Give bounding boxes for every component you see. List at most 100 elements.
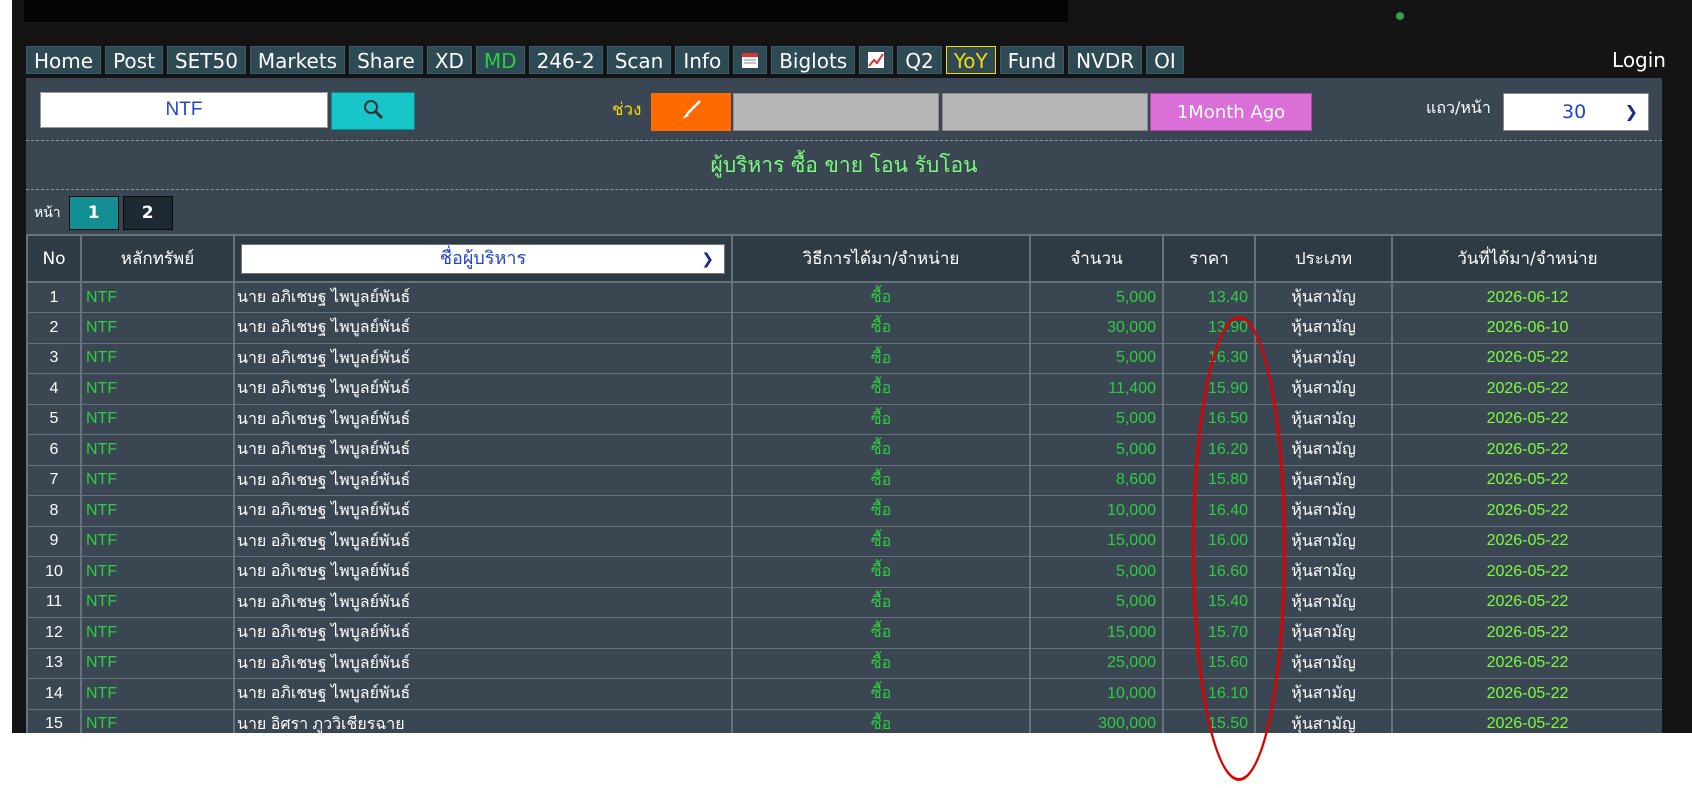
cell-name: นาย อภิเชษฐ ไพบูลย์พันธ์	[233, 678, 733, 710]
cell-qty: 300,000	[1029, 708, 1164, 733]
cell-symbol[interactable]: NTF	[80, 678, 235, 710]
cell-symbol[interactable]: NTF	[80, 312, 235, 344]
status-dot	[1396, 12, 1404, 20]
table-row: 5 NTF นาย อภิเชษฐ ไพบูลย์พันธ์ ซื้อ 5,000 16.…	[26, 403, 1662, 435]
symbol-input[interactable]: NTF	[40, 92, 328, 128]
cell-symbol[interactable]: NTF	[80, 281, 235, 313]
table-row: 10 NTF นาย อภิเชษฐ ไพบูลย์พันธ์ ซื้อ 5,000 16…	[26, 556, 1662, 588]
menu-biglots[interactable]: Biglots	[771, 46, 856, 74]
cell-symbol[interactable]: NTF	[80, 464, 235, 496]
menu-nvdr[interactable]: NVDR	[1068, 46, 1143, 74]
table-row: 6 NTF นาย อภิเชษฐ ไพบูลย์พันธ์ ซื้อ 5,000 16.…	[26, 434, 1662, 466]
header-method: วิธีการได้มา/จำหน่าย	[731, 234, 1031, 283]
insider-panel: NTF ช่วง 1Month Ago แถว/หน้า 30 ❯ ผู้บริ…	[26, 78, 1662, 733]
cell-date: 2026-05-22	[1391, 342, 1662, 374]
cell-name: นาย อภิเชษฐ ไพบูลย์พันธ์	[233, 403, 733, 435]
table-row: 8 NTF นาย อภิเชษฐ ไพบูลย์พันธ์ ซื้อ 10,000 16…	[26, 495, 1662, 527]
cell-symbol[interactable]: NTF	[80, 495, 235, 527]
range-label: ช่วง	[612, 100, 642, 120]
cell-date: 2026-05-22	[1391, 373, 1662, 405]
cell-qty: 10,000	[1029, 678, 1164, 710]
clear-range-button[interactable]	[651, 93, 731, 131]
menu-post[interactable]: Post	[105, 46, 163, 74]
insider-table: No หลักทรัพย์ ชื่อผู้บริหาร ❯ วิธีการได้…	[26, 234, 1662, 733]
header-date: วันที่ได้มา/จำหน่าย	[1391, 234, 1662, 283]
cell-name: นาย อภิเชษฐ ไพบูลย์พันธ์	[233, 434, 733, 466]
table-row: 2 NTF นาย อภิเชษฐ ไพบูลย์พันธ์ ซื้อ 30,000 13…	[26, 312, 1662, 344]
menu-md[interactable]: MD	[475, 46, 525, 74]
cell-date: 2026-05-22	[1391, 403, 1662, 435]
cell-type: หุ้นสามัญ	[1254, 708, 1393, 733]
table-row: 9 NTF นาย อภิเชษฐ ไพบูลย์พันธ์ ซื้อ 15,000 16…	[26, 525, 1662, 557]
menu-fund[interactable]: Fund	[999, 46, 1065, 74]
calendar-icon[interactable]	[733, 46, 768, 74]
menu-oi[interactable]: OI	[1146, 46, 1184, 74]
search-button[interactable]	[331, 92, 415, 130]
cell-qty: 8,600	[1029, 464, 1164, 496]
login-link[interactable]: Login	[1612, 46, 1666, 74]
cell-symbol[interactable]: NTF	[80, 434, 235, 466]
table-row: 4 NTF นาย อภิเชษฐ ไพบูลย์พันธ์ ซื้อ 11,400 15…	[26, 373, 1662, 405]
chart-icon[interactable]	[859, 46, 894, 74]
cell-no: 15	[26, 708, 82, 733]
menu-scan[interactable]: Scan	[606, 46, 672, 74]
cell-method: ซื้อ	[731, 403, 1031, 435]
cell-name: นาย อิศรา ภูววิเชียรฉาย	[233, 708, 733, 733]
cell-qty: 30,000	[1029, 312, 1164, 344]
brush-icon	[678, 97, 704, 127]
cell-symbol[interactable]: NTF	[80, 525, 235, 557]
name-filter-label: ชื่อผู้บริหาร	[439, 247, 527, 269]
header-price: ราคา	[1162, 234, 1256, 283]
cell-qty: 15,000	[1029, 617, 1164, 649]
menu-q2[interactable]: Q2	[897, 46, 942, 74]
table-row: 14 NTF นาย อภิเชษฐ ไพบูลย์พันธ์ ซื้อ 10,000 1…	[26, 678, 1662, 710]
one-month-ago-button[interactable]: 1Month Ago	[1150, 93, 1312, 131]
cell-symbol[interactable]: NTF	[80, 647, 235, 679]
search-icon	[362, 98, 384, 124]
cell-symbol[interactable]: NTF	[80, 373, 235, 405]
cell-no: 6	[26, 434, 82, 466]
end-date-input[interactable]	[942, 93, 1148, 131]
cell-name: นาย อภิเชษฐ ไพบูลย์พันธ์	[233, 281, 733, 313]
menu-246-2[interactable]: 246-2	[528, 46, 603, 74]
name-filter-select[interactable]: ชื่อผู้บริหาร ❯	[241, 243, 725, 274]
page-title: ผู้บริหาร ซื้อ ขาย โอน รับโอน	[26, 140, 1662, 190]
cell-qty: 11,400	[1029, 373, 1164, 405]
menu-set50[interactable]: SET50	[166, 46, 246, 74]
page-2-button[interactable]: 2	[122, 196, 173, 230]
menu-markets[interactable]: Markets	[249, 46, 346, 74]
header-qty: จำนวน	[1029, 234, 1164, 283]
rows-per-page-select[interactable]: 30 ❯	[1503, 93, 1649, 131]
cell-symbol[interactable]: NTF	[80, 556, 235, 588]
start-date-input[interactable]	[733, 93, 939, 131]
menu-yoy[interactable]: YoY	[945, 46, 996, 74]
page-1-button[interactable]: 1	[68, 196, 119, 230]
cell-date: 2026-05-22	[1391, 556, 1662, 588]
header-no: No	[26, 234, 82, 283]
cell-qty: 15,000	[1029, 525, 1164, 557]
menu-info[interactable]: Info	[675, 46, 730, 74]
cell-date: 2026-05-22	[1391, 708, 1662, 733]
price-highlight-annotation	[1192, 316, 1286, 781]
header-symbol: หลักทรัพย์	[80, 234, 235, 283]
cell-no: 8	[26, 495, 82, 527]
cell-qty: 5,000	[1029, 586, 1164, 618]
cell-qty: 5,000	[1029, 556, 1164, 588]
cell-symbol[interactable]: NTF	[80, 617, 235, 649]
menu-xd[interactable]: XD	[426, 46, 472, 74]
cell-symbol[interactable]: NTF	[80, 403, 235, 435]
cell-qty: 10,000	[1029, 495, 1164, 527]
cell-qty: 25,000	[1029, 647, 1164, 679]
menu-share[interactable]: Share	[349, 46, 423, 74]
cell-symbol[interactable]: NTF	[80, 586, 235, 618]
search-row: NTF ช่วง 1Month Ago แถว/หน้า 30 ❯	[26, 78, 1662, 140]
cell-method: ซื้อ	[731, 281, 1031, 313]
cell-date: 2026-05-22	[1391, 495, 1662, 527]
table-row: 7 NTF นาย อภิเชษฐ ไพบูลย์พันธ์ ซื้อ 8,600 15.…	[26, 464, 1662, 496]
cell-symbol[interactable]: NTF	[80, 342, 235, 374]
cell-method: ซื้อ	[731, 708, 1031, 733]
cell-price: 13.40	[1162, 281, 1256, 313]
cell-symbol[interactable]: NTF	[80, 708, 235, 733]
menu-home[interactable]: Home	[26, 46, 102, 74]
cell-date: 2026-05-22	[1391, 586, 1662, 618]
